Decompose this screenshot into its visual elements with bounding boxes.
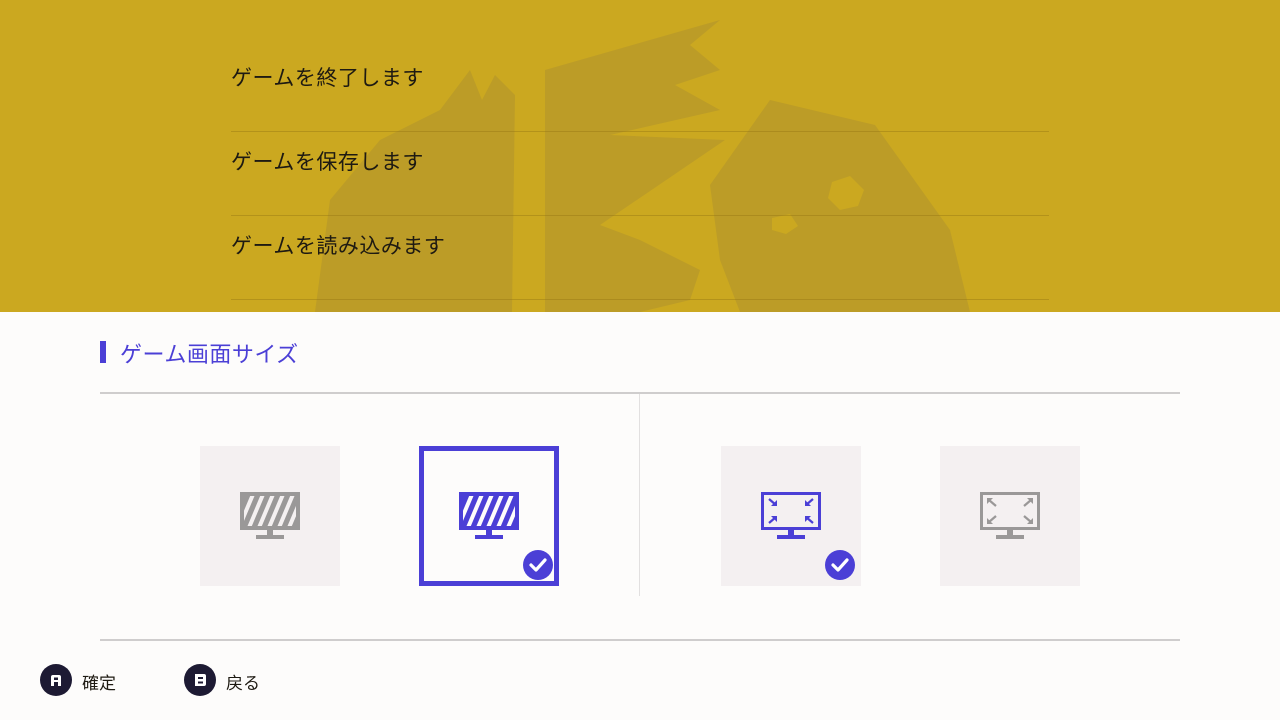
divider-vertical: [639, 394, 640, 596]
menu-item-quit-game[interactable]: ゲームを終了します: [231, 48, 1049, 132]
section-title: ゲーム画面サイズ: [120, 343, 299, 368]
check-icon: [523, 550, 553, 580]
menu-item-label: ゲームを読み込みます: [231, 234, 446, 258]
menu-item-label: ゲームを保存します: [231, 150, 424, 174]
back-button[interactable]: 戻る: [184, 664, 274, 696]
menu-item-save-game[interactable]: ゲームを保存します: [231, 132, 1049, 216]
screen-size-option-4[interactable]: [940, 446, 1080, 586]
a-button-icon: [40, 664, 72, 696]
section-accent-bar: [100, 341, 106, 363]
screen-size-option-2[interactable]: [419, 446, 559, 586]
divider-top: [100, 392, 1180, 394]
background-panel: ゲームを終了します ゲームを保存します ゲームを読み込みます: [0, 0, 1280, 312]
confirm-button[interactable]: 確定: [40, 664, 130, 696]
divider-bottom: [100, 639, 1180, 641]
confirm-label: 確定: [82, 674, 116, 694]
monitor-striped-icon: [240, 492, 300, 539]
monitor-expand-arrows-icon: [980, 492, 1040, 539]
monitor-striped-icon: [459, 492, 519, 539]
screen-size-option-1[interactable]: [200, 446, 340, 586]
menu-item-load-game[interactable]: ゲームを読み込みます: [231, 216, 1049, 300]
back-label: 戻る: [226, 674, 260, 694]
screen-size-option-3[interactable]: [721, 446, 861, 586]
b-button-icon: [184, 664, 216, 696]
settings-panel: [0, 312, 1280, 720]
check-icon: [825, 550, 855, 580]
monitor-shrink-arrows-icon: [761, 492, 821, 539]
menu-item-label: ゲームを終了します: [231, 66, 424, 90]
